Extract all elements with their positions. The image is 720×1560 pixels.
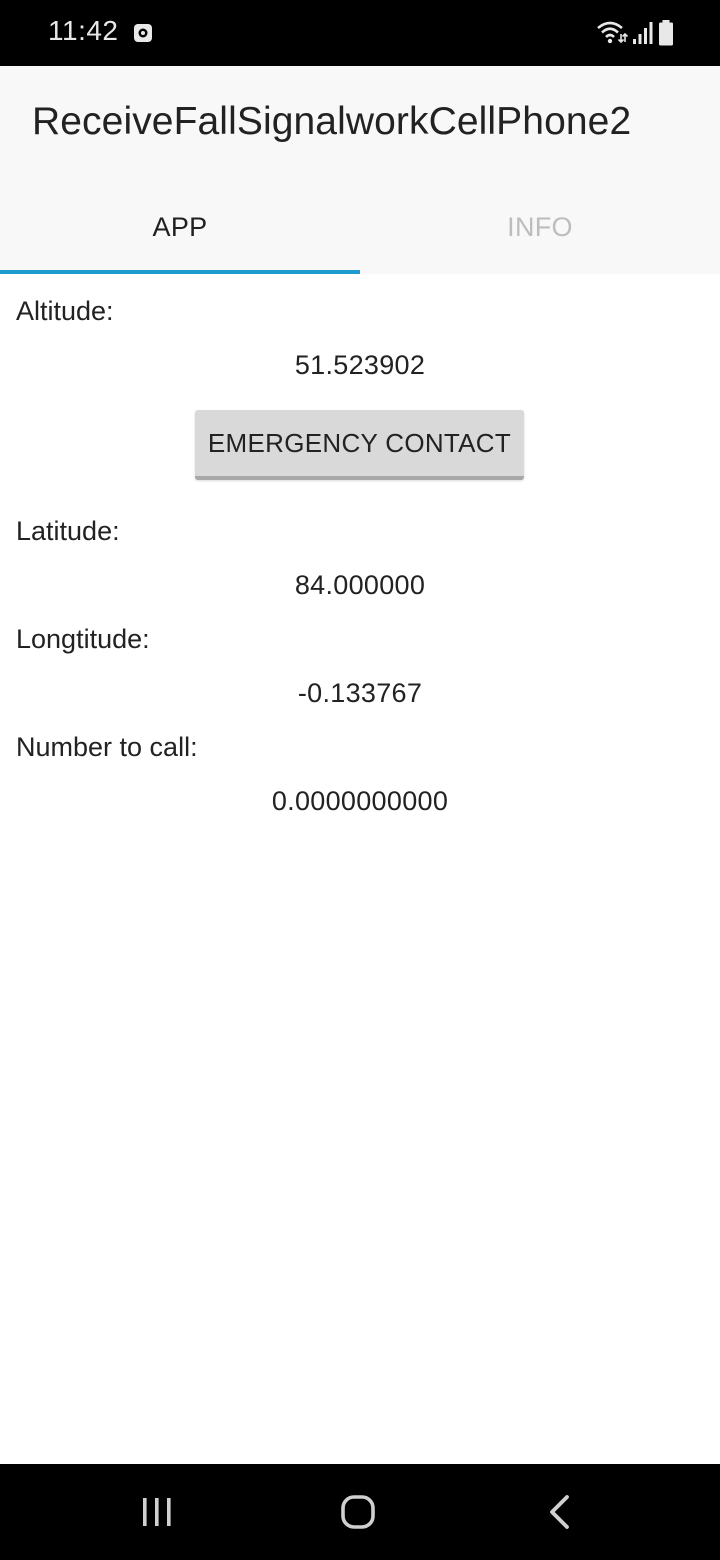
number-to-call-label: Number to call: <box>16 732 198 762</box>
home-icon[interactable] <box>334 1488 382 1536</box>
screen: 11:42 ReceiveFallSignalworkCellPhone2 AP… <box>0 0 720 1560</box>
status-bar: 11:42 <box>0 0 720 66</box>
recent-apps-icon[interactable] <box>133 1488 181 1536</box>
battery-icon <box>659 20 673 46</box>
tab-app-label: APP <box>152 212 208 242</box>
app-title: ReceiveFallSignalworkCellPhone2 <box>32 100 632 143</box>
tab-app[interactable]: APP <box>0 192 360 274</box>
navigation-bar <box>0 1464 720 1560</box>
tab-bar: APP INFO <box>0 192 720 274</box>
status-time: 11:42 <box>48 15 119 46</box>
longitude-value: -0.133767 <box>297 678 423 708</box>
wifi-icon <box>597 21 628 44</box>
screen-record-icon <box>134 24 152 42</box>
altitude-value: 51.523902 <box>294 350 426 380</box>
number-to-call-value: 0.0000000000 <box>271 786 449 816</box>
signal-icon <box>633 22 653 44</box>
latitude-label: Latitude: <box>16 516 120 546</box>
tab-info-label: INFO <box>507 212 573 242</box>
altitude-label: Altitude: <box>16 296 114 326</box>
emergency-contact-button[interactable]: EMERGENCY CONTACT <box>195 410 524 480</box>
tab-info[interactable]: INFO <box>360 192 720 274</box>
tab-selected-indicator <box>0 270 360 274</box>
back-icon[interactable] <box>536 1488 584 1536</box>
app-bar: ReceiveFallSignalworkCellPhone2 APP INFO <box>0 66 720 274</box>
longitude-label: Longtitude: <box>16 624 150 654</box>
status-icons <box>596 18 674 48</box>
latitude-value: 84.000000 <box>294 570 426 600</box>
